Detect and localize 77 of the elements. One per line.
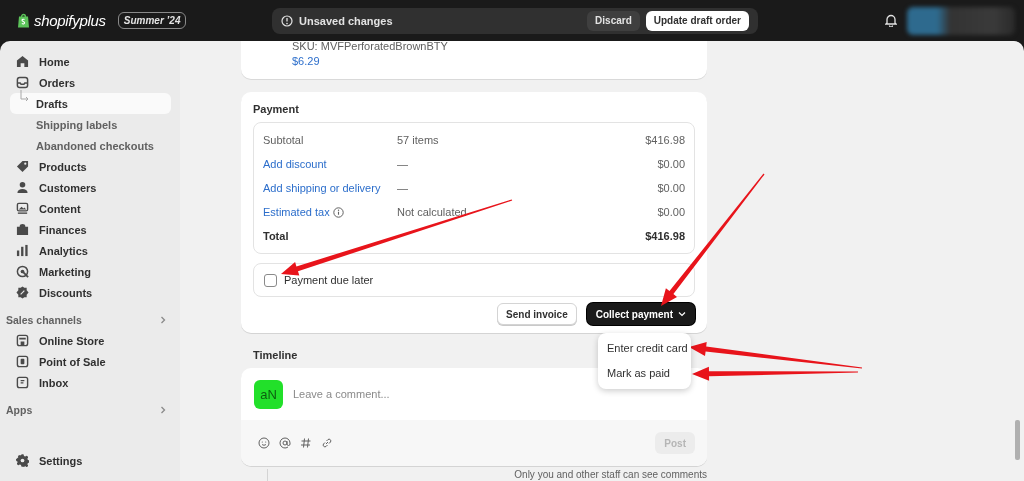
- bag-logo-icon: [17, 13, 30, 28]
- sidebar-item[interactable]: Orders: [10, 72, 171, 93]
- summary-amount: $0.00: [657, 182, 685, 194]
- price-text: $6.29: [292, 54, 321, 69]
- sidebar-item[interactable]: Marketing: [10, 261, 171, 282]
- summary-amount: $416.98: [645, 134, 685, 146]
- sidebar-item[interactable]: Settings: [10, 450, 171, 471]
- image-icon: [16, 202, 29, 215]
- brand-logo: shopifyplus: [34, 12, 106, 29]
- sidebar-item[interactable]: Discounts: [10, 282, 171, 303]
- sidebar-item[interactable]: Inbox: [10, 372, 171, 393]
- comment-field[interactable]: Leave a comment...: [291, 387, 707, 401]
- store-icon: [16, 334, 29, 347]
- bag-icon: [16, 223, 29, 236]
- sidebar-item[interactable]: Content: [10, 198, 171, 219]
- summary-amount: $0.00: [657, 158, 685, 170]
- card-title: Payment: [253, 103, 300, 115]
- link-icon[interactable]: [321, 437, 333, 449]
- sidebar-item[interactable]: Online Store: [10, 330, 171, 351]
- info-icon[interactable]: [332, 206, 344, 218]
- home-icon: [16, 55, 29, 68]
- checkbox-label: Payment due later: [284, 274, 374, 286]
- sidebar-item[interactable]: Point of Sale: [10, 351, 171, 372]
- alert-icon: [281, 14, 293, 27]
- tree-connector-icon: [20, 90, 30, 104]
- tray-icon: [16, 76, 29, 89]
- unsaved-message: Unsaved changes: [299, 14, 394, 27]
- bar-chart-icon: [16, 244, 29, 257]
- checkbox[interactable]: [264, 273, 277, 287]
- sidebar-item[interactable]: Products: [10, 156, 171, 177]
- seal-icon: [16, 286, 29, 299]
- section-heading[interactable]: Apps: [6, 403, 33, 416]
- summary-link[interactable]: Add shipping or delivery: [263, 182, 381, 194]
- summary-detail: —: [397, 158, 409, 170]
- emoji-icon[interactable]: [258, 437, 270, 449]
- summary-link[interactable]: Add discount: [263, 158, 327, 170]
- send-invoice-button[interactable]: Send invoice: [497, 303, 577, 325]
- menu-item[interactable]: Enter credit card: [598, 336, 691, 361]
- bell-icon[interactable]: [885, 14, 897, 27]
- section-heading[interactable]: Sales channels: [6, 313, 82, 326]
- sidebar-item[interactable]: Analytics: [10, 240, 171, 261]
- chat-icon: [16, 376, 29, 389]
- caret-icon: [678, 311, 686, 317]
- person-icon: [16, 181, 29, 194]
- sidebar-item[interactable]: Drafts: [10, 93, 171, 114]
- discard-button[interactable]: Discard: [587, 10, 640, 31]
- summary-label: Total: [263, 230, 290, 242]
- summary-detail: Not calculated: [397, 206, 468, 218]
- tag-icon: [16, 160, 29, 173]
- scrollbar-thumb[interactable]: [1015, 420, 1020, 460]
- summary-detail: 57 items: [397, 134, 440, 146]
- sidebar-item[interactable]: Home: [10, 51, 171, 72]
- chevron-right-icon: [159, 314, 167, 325]
- section-title: Timeline: [253, 348, 298, 363]
- sidebar-item[interactable]: Abandoned checkouts: [10, 135, 171, 156]
- summary-detail: —: [397, 182, 409, 194]
- settings-icon: [16, 454, 29, 467]
- hashtag-icon[interactable]: [300, 437, 312, 449]
- edition-label: Summer ’24: [117, 12, 187, 29]
- summary-link[interactable]: Estimated tax: [263, 206, 330, 218]
- sku-text: SKU: MVFPerforatedBrownBTY: [292, 41, 449, 53]
- summary-amount: $416.98: [645, 230, 685, 242]
- tablet-icon: [16, 355, 29, 368]
- mention-icon[interactable]: [279, 437, 291, 449]
- menu-item[interactable]: Mark as paid: [598, 361, 691, 386]
- collect-payment-button[interactable]: Collect payment: [586, 303, 695, 325]
- target-icon: [16, 265, 29, 278]
- update-button[interactable]: Update draft order: [645, 10, 749, 31]
- summary-amount: $0.00: [657, 206, 685, 218]
- visibility-note: Only you and other staff can see comments: [513, 469, 707, 481]
- summary-label: Subtotal: [263, 134, 305, 146]
- sidebar-item[interactable]: Shipping labels: [10, 114, 171, 135]
- sidebar-item[interactable]: Customers: [10, 177, 171, 198]
- sidebar-item[interactable]: Finances: [10, 219, 171, 240]
- account-menu[interactable]: [907, 6, 1015, 35]
- avatar: aN: [254, 379, 283, 409]
- chevron-right-icon: [159, 404, 167, 415]
